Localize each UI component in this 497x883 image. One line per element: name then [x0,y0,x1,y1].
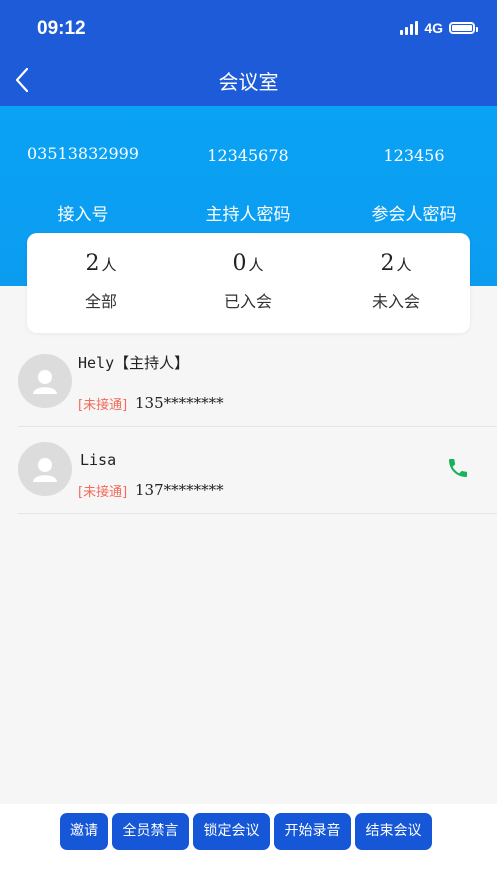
status-time: 09:12 [37,18,86,39]
user-placeholder-icon [33,458,57,482]
end-meeting-button[interactable]: 结束会议 [355,813,432,850]
stat-all-label: 全部 [84,292,117,311]
call-phone-icon[interactable] [446,456,470,484]
start-recording-button[interactable]: 开始录音 [274,813,351,850]
list-item[interactable]: Lisa [未接通] 137******** [18,427,497,514]
member-phone: 137******** [135,481,224,499]
stat-all-count: 2 [85,251,100,276]
stat-not-joined-unit: 人 [396,256,412,274]
mute-all-button[interactable]: 全员禁言 [112,813,189,850]
member-list: Hely【主持人】 [未接通] 135******** Lisa [未接通] 1… [0,340,497,514]
stat-all-unit: 人 [101,256,117,274]
network-type: 4G [424,20,443,36]
member-name: Hely【主持人】 [78,354,190,372]
signal-icon [400,21,419,35]
stat-not-joined-label: 未入会 [371,292,420,311]
lock-meeting-button[interactable]: 锁定会议 [193,813,270,850]
member-status: [未接通] [78,398,128,413]
status-bar: 09:12 4G [0,0,497,60]
attendance-stats-card: 2人 全部 0人 已入会 2人 未入会 [27,233,470,333]
invite-button[interactable]: 邀请 [60,813,108,850]
battery-icon [449,22,478,34]
list-item[interactable]: Hely【主持人】 [未接通] 135******** [18,340,497,427]
access-number-value: 03513832999 [27,144,139,163]
host-password-value: 12345678 [207,146,289,165]
user-placeholder-icon [33,370,57,394]
member-name: Lisa [80,451,117,469]
action-toolbar: 邀请 全员禁言 锁定会议 开始录音 结束会议 [0,804,497,883]
status-indicators: 4G [400,20,478,36]
stat-joined-count: 0 [232,251,247,276]
host-password-label: 主持人密码 [205,205,291,225]
participant-password-label: 参会人密码 [371,205,457,225]
member-status: [未接通] [78,485,128,500]
participant-password-value: 123456 [383,146,445,165]
avatar [18,354,72,408]
member-phone: 135******** [135,394,224,412]
app-header: 09:12 4G 会议室 [0,0,497,106]
stat-not-joined-count: 2 [380,251,395,276]
stat-joined-label: 已入会 [223,292,272,311]
stat-joined-unit: 人 [248,256,264,274]
avatar [18,442,72,496]
access-number-label: 接入号 [57,205,109,225]
page-title: 会议室 [218,70,279,94]
